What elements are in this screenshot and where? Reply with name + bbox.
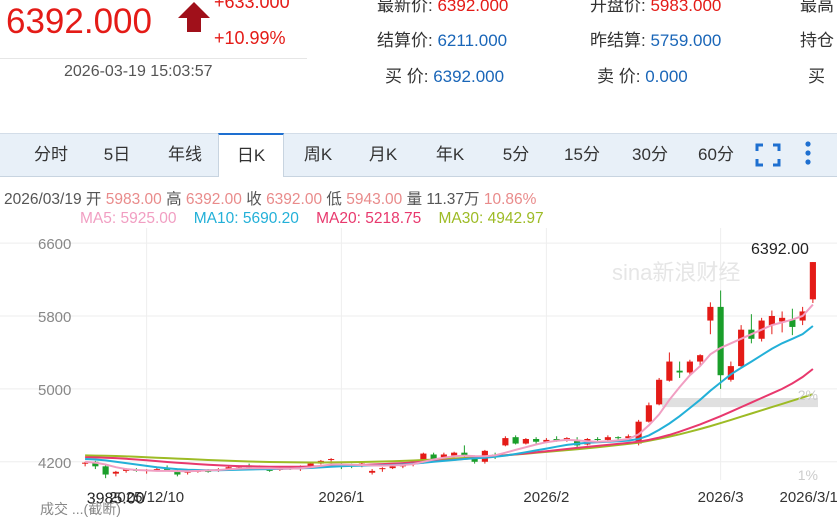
- candle-body: [666, 361, 673, 381]
- prev-settle-value: 5759.000: [650, 31, 722, 50]
- y-tick-label: 6600: [38, 236, 71, 253]
- candle-body: [656, 379, 663, 405]
- tab-daily-k[interactable]: 日K: [218, 133, 284, 177]
- price-change: +633.000: [214, 0, 290, 12]
- candle-body: [369, 470, 376, 473]
- buy2-label: 买: [808, 67, 825, 86]
- fullscreen-icon[interactable]: [754, 142, 782, 168]
- ma10-label: MA10: 5690.20: [193, 210, 299, 227]
- x-tick-label: 2026/1: [318, 489, 364, 506]
- y-tick-label: 5800: [38, 309, 71, 326]
- tab-60min[interactable]: 60分: [686, 134, 746, 176]
- candle-body: [645, 405, 652, 422]
- candle-body: [451, 452, 458, 456]
- up-arrow-icon: [178, 2, 210, 32]
- kline-info-line: 2026/03/19 开 5983.00 高 6392.00 收 6392.00…: [4, 191, 537, 208]
- quote-datetime: 2026-03-19 15:03:57: [64, 63, 213, 80]
- candle-body: [604, 437, 611, 440]
- latest-price-label: 最新价: 6392.000: [377, 0, 508, 16]
- tab-yearly-k[interactable]: 年K: [418, 134, 482, 176]
- ma5-label: MA5: 5925.00: [80, 210, 177, 227]
- max-price-label: 6392.00: [751, 241, 809, 258]
- buy-price-value: 6392.000: [433, 67, 505, 86]
- candle-body: [615, 437, 622, 439]
- candle-body: [112, 471, 119, 474]
- tab-30min[interactable]: 30分: [620, 134, 680, 176]
- tab-5day[interactable]: 5日: [88, 134, 146, 176]
- x-tick-label: 2026/2: [523, 489, 569, 506]
- sell-price-label: 卖 价: 0.000: [597, 67, 688, 86]
- tab-5min[interactable]: 5分: [490, 134, 542, 176]
- prev-settle-label: 昨结算: 5759.000: [590, 31, 722, 50]
- settle-price-label: 结算价: 6211.000: [377, 31, 508, 50]
- y-tick-label: 4200: [38, 455, 71, 472]
- candle-body: [102, 466, 109, 475]
- position-label: 持仓: [800, 31, 834, 50]
- candle-body: [676, 370, 683, 373]
- tab-15min[interactable]: 15分: [552, 134, 612, 176]
- current-price: 6392.000: [6, 2, 152, 41]
- kline-chart[interactable]: sina新浪财经 66005800500042002025/12/10 2026/…: [0, 228, 837, 507]
- open-price-value: 5983.000: [650, 0, 722, 15]
- ma5-line: [85, 303, 814, 473]
- x-tick-label: 2026/3/19: [780, 489, 837, 506]
- candle-body: [738, 329, 745, 367]
- candle-body: [809, 262, 816, 300]
- sina-watermark: sina新浪财经: [612, 260, 740, 285]
- candle-body: [328, 459, 335, 461]
- y-tick-label: 5000: [38, 382, 71, 399]
- candle-body: [717, 306, 724, 376]
- volume-line-truncated: 成交 ...(截断): [40, 501, 121, 517]
- ma20-line: [85, 368, 814, 468]
- candle-body: [697, 355, 704, 362]
- ma30-label: MA30: 4942.97: [438, 210, 544, 227]
- sell-price-value: 0.000: [645, 67, 688, 86]
- candle-body: [389, 466, 396, 469]
- candle-body: [379, 468, 386, 470]
- tab-intraday[interactable]: 分时: [20, 134, 82, 176]
- divider: [0, 58, 307, 59]
- ma20-label: MA20: 5218.75: [316, 210, 422, 227]
- tab-yearline[interactable]: 年线: [152, 134, 218, 176]
- buy-price-label: 买 价: 6392.000: [385, 67, 505, 86]
- candle-body: [512, 437, 519, 444]
- high-label: 最高: [800, 0, 834, 15]
- tab-monthly-k[interactable]: 月K: [352, 134, 414, 176]
- settle-price-value: 6211.000: [437, 31, 508, 50]
- tab-weekly-k[interactable]: 周K: [288, 134, 348, 176]
- x-tick-label: 2026/3: [698, 489, 744, 506]
- candle-body: [533, 439, 540, 442]
- candle-body: [522, 439, 529, 444]
- percent-label: 2%: [798, 387, 818, 403]
- price-change-percent: +10.99%: [214, 28, 286, 48]
- candle-body: [502, 438, 509, 446]
- percent-label: 1%: [798, 467, 818, 483]
- more-vertical-icon[interactable]: [802, 138, 814, 168]
- ma-legend: MA5: 5925.00 MA10: 5690.20 MA20: 5218.75…: [80, 210, 544, 228]
- open-price-label: 开盘价: 5983.000: [590, 0, 721, 16]
- candle-body: [686, 361, 693, 373]
- chart-period-tabs: 分时 5日 年线 日K 周K 月K 年K 5分 15分 30分 60分: [0, 133, 837, 177]
- candle-body: [707, 306, 714, 321]
- candle-body: [594, 439, 601, 440]
- latest-price-value: 6392.000: [437, 0, 509, 15]
- candle-body: [174, 471, 181, 475]
